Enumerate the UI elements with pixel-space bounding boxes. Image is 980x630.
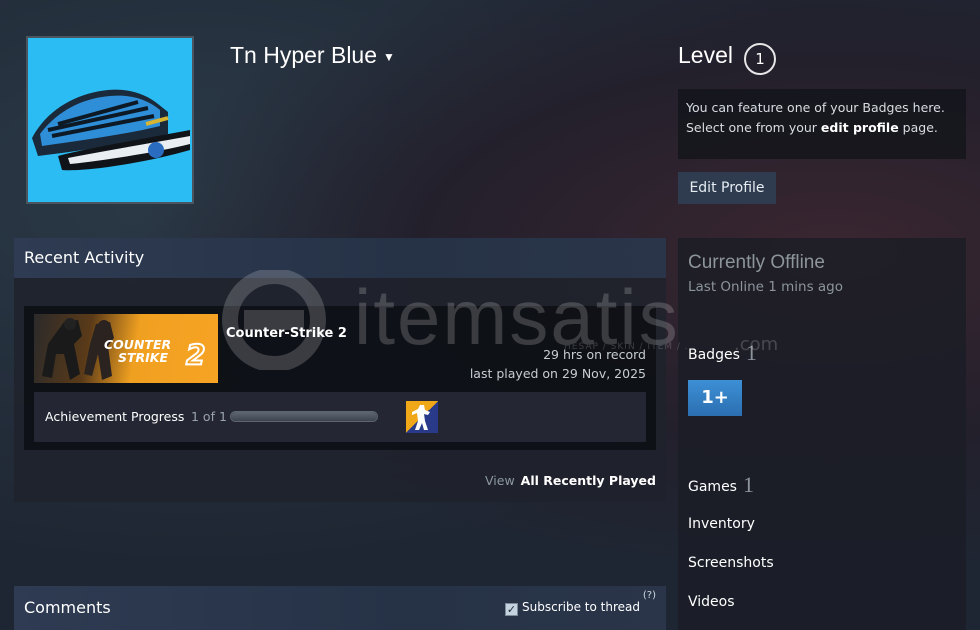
badge-hint-suffix: page.	[898, 120, 938, 135]
recent-game-card: COUNTER STRIKE 2 Counter-Strike 2 29 hrs…	[24, 306, 656, 450]
recent-activity-panel: Recent Activity COUNTER STRIKE 2 Counter…	[14, 238, 666, 502]
subscribe-to-thread[interactable]: ✓ Subscribe to thread	[505, 599, 640, 616]
sidebar-item-badges[interactable]: Badges 1	[688, 340, 757, 366]
all-recently-played-link[interactable]: All Recently Played	[521, 473, 656, 488]
level-label: Level	[678, 42, 733, 68]
subscribe-label: Subscribe to thread	[522, 600, 640, 614]
view-all-recently-played: View All Recently Played	[485, 473, 656, 488]
featured-badge-placeholder: You can feature one of your Badges here.…	[678, 89, 966, 159]
cover-number: 2	[186, 338, 205, 371]
achievement-progress-label[interactable]: Achievement Progress	[45, 409, 184, 424]
counter-strike-cover: COUNTER STRIKE 2	[42, 318, 206, 380]
subscribe-checkbox[interactable]: ✓	[505, 603, 519, 616]
achievement-count: 1 of 1	[191, 409, 227, 424]
badges-label: Badges	[688, 347, 740, 363]
profile-level: Level 1	[678, 42, 777, 75]
sidebar-item-screenshots[interactable]: Screenshots	[688, 555, 774, 571]
achievement-progress-row: Achievement Progress 1 of 1	[34, 392, 646, 442]
game-name[interactable]: Counter-Strike 2	[226, 326, 347, 341]
chevron-down-icon[interactable]: ▼	[383, 50, 395, 64]
recent-activity-title: Recent Activity	[14, 238, 666, 278]
games-count: 1	[742, 472, 754, 497]
game-capsule-image[interactable]: COUNTER STRIKE 2	[34, 314, 218, 383]
profile-sidebar: Currently Offline Last Online 1 mins ago…	[678, 238, 966, 630]
badge-icon[interactable]: 1+	[688, 380, 742, 416]
achievement-progress-fill	[231, 412, 377, 421]
comments-panel: Comments ✓ Subscribe to thread (?)	[14, 586, 666, 630]
soldier-icon	[412, 405, 430, 430]
sidebar-item-games[interactable]: Games 1	[688, 472, 754, 498]
profile-avatar	[26, 36, 194, 204]
badge-hint-line-1: You can feature one of your Badges here.	[686, 100, 945, 115]
game-last-played: last played on 29 Nov, 2025	[469, 366, 646, 381]
level-badge[interactable]: 1	[744, 42, 777, 75]
achievement-icon[interactable]	[406, 401, 438, 433]
last-online: Last Online 1 mins ago	[688, 279, 844, 295]
achievement-progress-bar	[230, 411, 378, 422]
edit-profile-link[interactable]: edit profile	[821, 120, 899, 135]
persona-name[interactable]: Tn Hyper Blue ▼	[230, 42, 395, 69]
game-hours: 29 hrs on record	[543, 347, 646, 362]
badge-hint-text: Select one from your	[686, 120, 821, 135]
games-label: Games	[688, 479, 737, 495]
view-label: View	[485, 473, 515, 488]
cover-title-line-2: STRIKE	[118, 350, 168, 365]
help-icon[interactable]: (?)	[643, 590, 656, 601]
persona-name-text: Tn Hyper Blue	[230, 42, 378, 68]
online-status: Currently Offline	[688, 252, 825, 273]
edit-profile-button[interactable]: Edit Profile	[678, 172, 776, 204]
badges-count: 1	[745, 340, 757, 365]
sneaker-image	[28, 38, 192, 202]
sidebar-item-videos[interactable]: Videos	[688, 594, 735, 610]
sidebar-item-inventory[interactable]: Inventory	[688, 516, 755, 532]
badge-hint-line-2: Select one from your edit profile page.	[686, 118, 958, 138]
